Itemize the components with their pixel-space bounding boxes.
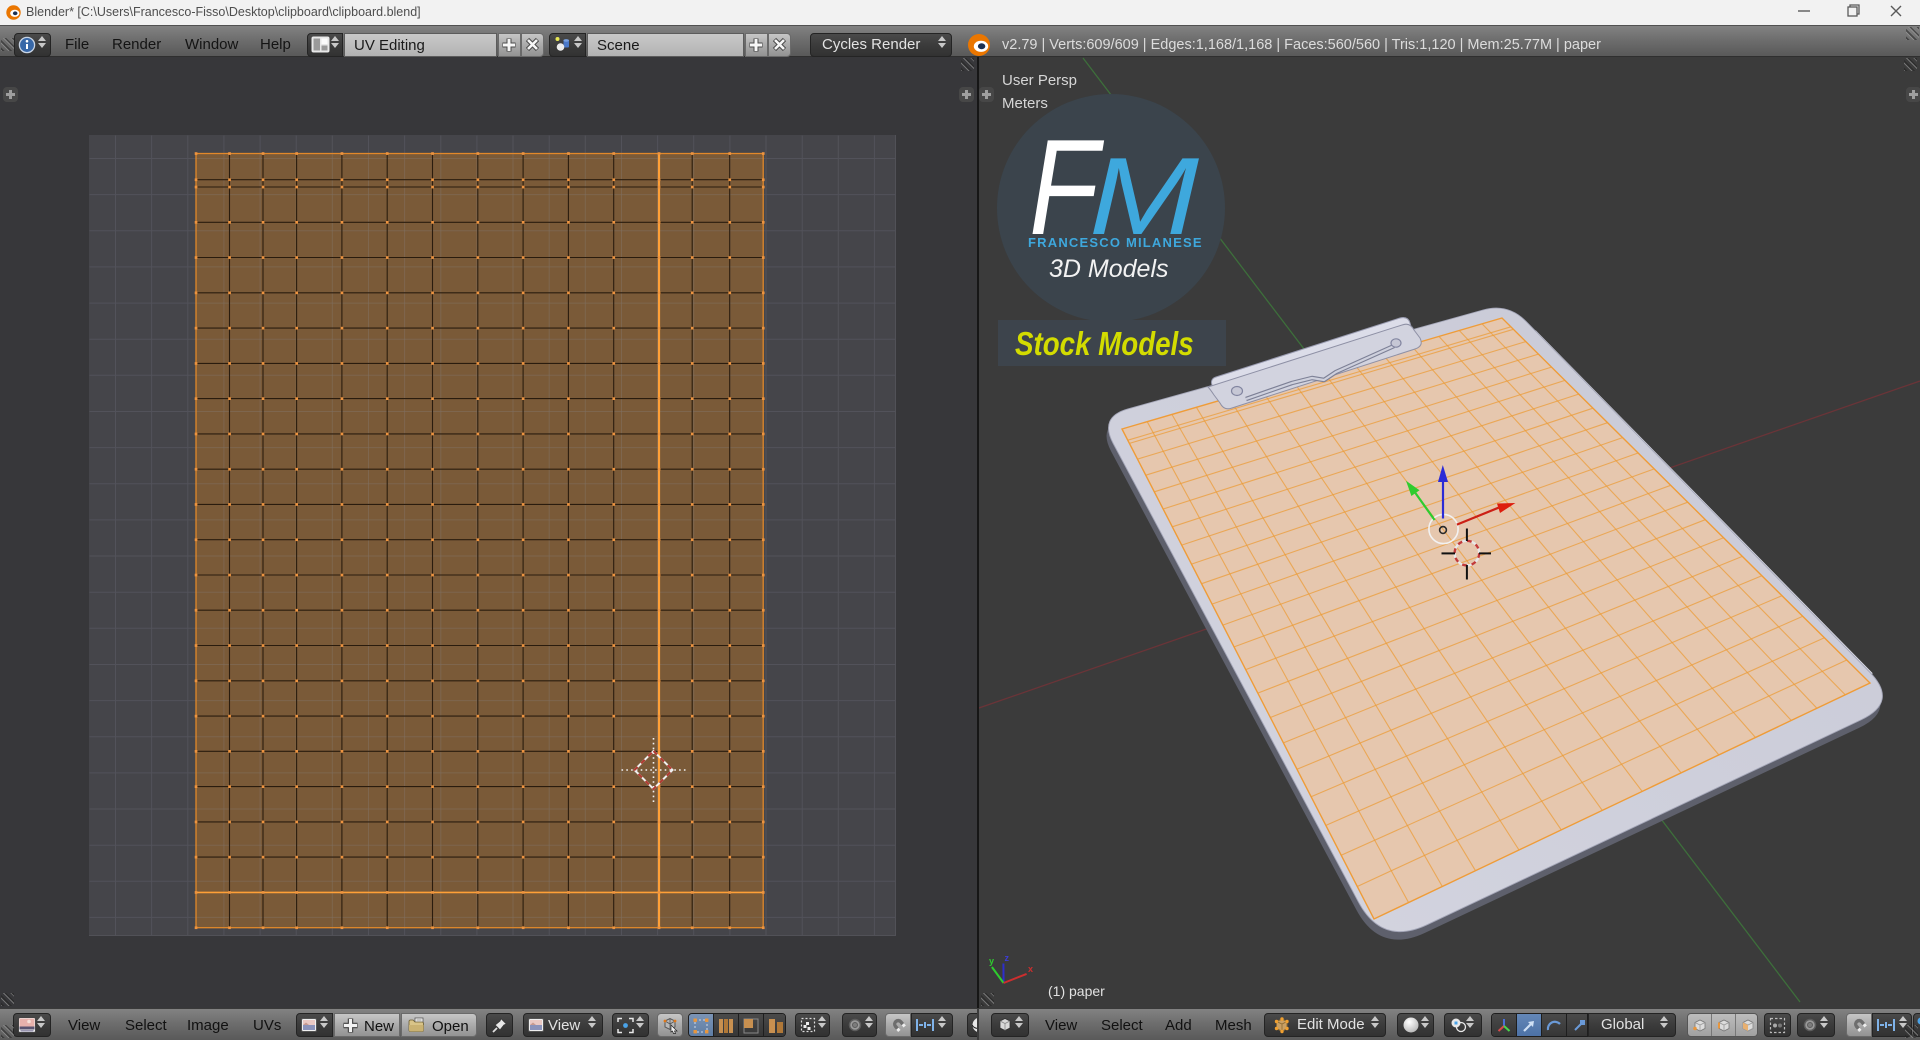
svg-text:y: y <box>989 956 994 966</box>
svg-text:x: x <box>1028 964 1033 974</box>
svg-text:z: z <box>1005 953 1010 963</box>
